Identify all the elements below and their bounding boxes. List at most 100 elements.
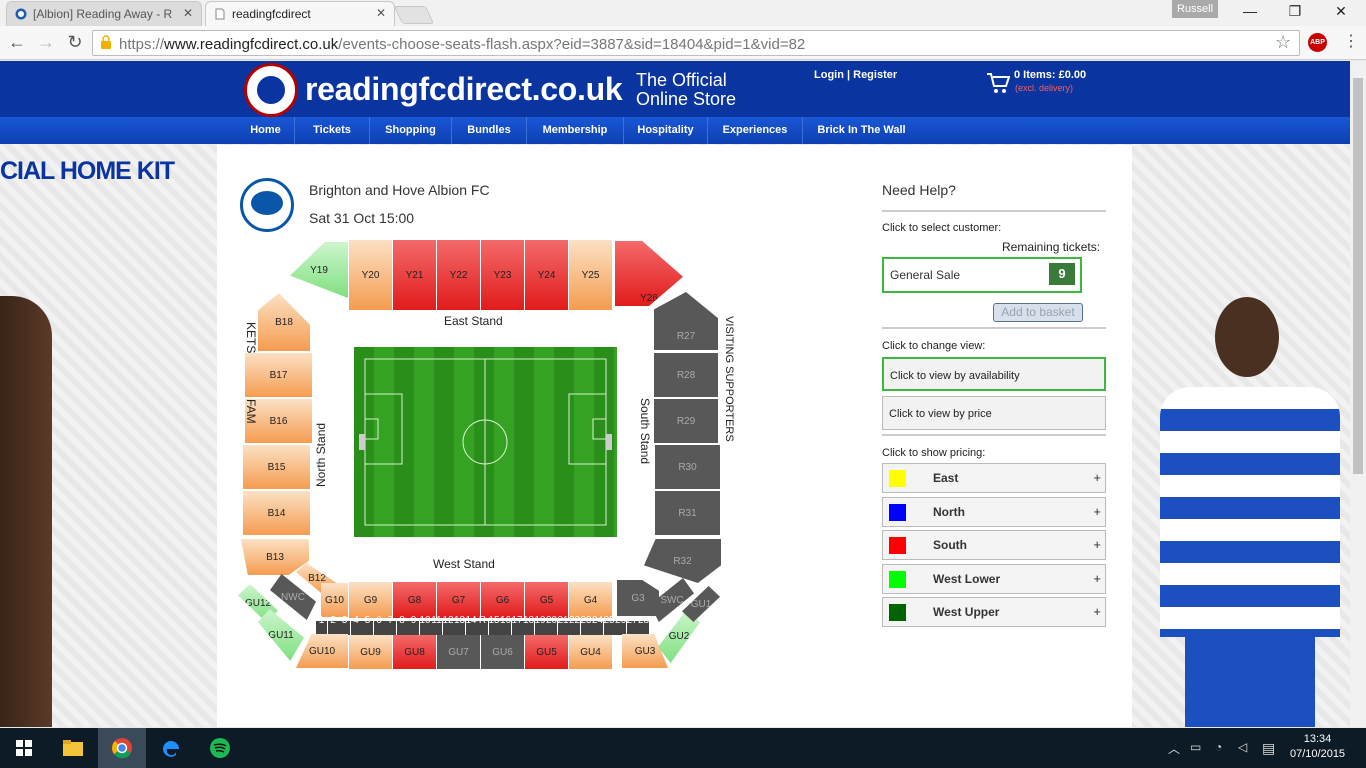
edge-icon[interactable] <box>147 728 195 768</box>
block-y21[interactable]: Y21 <box>393 240 436 310</box>
cart-summary[interactable]: 0 Items: £0.00 <box>1014 69 1086 81</box>
block-r30[interactable]: R30 <box>655 445 720 489</box>
shopping-cart-icon[interactable] <box>986 72 1010 94</box>
row-number[interactable]: 14 <box>465 616 477 635</box>
back-arrow-icon[interactable]: ← <box>5 31 29 55</box>
row-number[interactable]: 15 <box>488 616 500 635</box>
nav-hospitality[interactable]: Hospitality <box>624 117 708 144</box>
nav-brick-in-the-wall[interactable]: Brick In The Wall <box>803 117 920 144</box>
pricing-north[interactable]: North + <box>882 497 1106 527</box>
address-bar[interactable]: https://www.readingfcdirect.co.uk/events… <box>92 30 1300 56</box>
wifi-icon[interactable]: ◔ <box>1215 740 1222 754</box>
block-gu5[interactable]: GU5 <box>525 635 568 669</box>
block-g7[interactable]: G7 <box>437 582 480 618</box>
block-gu7[interactable]: GU7 <box>437 635 480 669</box>
row-number[interactable]: 5 <box>362 616 373 635</box>
forward-arrow-icon[interactable]: → <box>34 31 58 55</box>
nav-tickets[interactable]: Tickets <box>295 117 370 144</box>
expand-plus-icon[interactable]: + <box>1093 504 1101 519</box>
block-g4[interactable]: G4 <box>569 582 612 618</box>
close-icon[interactable]: ✕ <box>183 6 193 20</box>
expand-plus-icon[interactable]: + <box>1093 470 1101 485</box>
close-icon[interactable]: ✕ <box>376 6 386 20</box>
view-by-price-button[interactable]: Click to view by price <box>882 396 1106 430</box>
block-gu6[interactable]: GU6 <box>481 635 524 669</box>
row-number[interactable]: 23 <box>580 616 592 635</box>
block-g5[interactable]: G5 <box>525 582 568 618</box>
block-g9[interactable]: G9 <box>349 582 392 618</box>
row-number[interactable]: 7 <box>385 616 396 635</box>
block-y24[interactable]: Y24 <box>525 240 568 310</box>
block-y22[interactable]: Y22 <box>437 240 480 310</box>
row-number[interactable]: 20 <box>546 616 557 635</box>
nav-experiences[interactable]: Experiences <box>708 117 803 144</box>
menu-icon[interactable]: ⋮ <box>1343 31 1359 51</box>
block-g6[interactable]: G6 <box>481 582 524 618</box>
row-number[interactable]: 24 <box>592 616 603 635</box>
row-number[interactable]: 8 <box>396 616 408 635</box>
chrome-icon[interactable] <box>98 728 146 768</box>
reading-fc-crest[interactable] <box>244 63 298 117</box>
row-number[interactable]: 19 <box>534 616 546 635</box>
pricing-west-lower[interactable]: West Lower + <box>882 564 1106 594</box>
row-number[interactable]: R <box>477 616 488 635</box>
minimize-icon[interactable]: — <box>1240 3 1260 23</box>
row-number[interactable]: 28 <box>638 616 649 635</box>
row-number[interactable]: 26 <box>615 616 626 635</box>
file-explorer-icon[interactable] <box>49 728 97 768</box>
row-number[interactable]: 10 <box>419 616 431 635</box>
tab-albion[interactable]: [Albion] Reading Away - R ✕ <box>6 1 202 26</box>
row-number[interactable]: 16 <box>500 616 511 635</box>
block-y25[interactable]: Y25 <box>569 240 612 310</box>
home-kit-banner[interactable]: CIAL HOME KIT <box>0 157 175 186</box>
pricing-west-upper[interactable]: West Upper + <box>882 597 1106 627</box>
battery-icon[interactable]: ▭ <box>1190 740 1201 754</box>
row-number[interactable]: 6 <box>373 616 385 635</box>
expand-plus-icon[interactable]: + <box>1093 604 1101 619</box>
row-number[interactable]: 13 <box>454 616 465 635</box>
close-window-icon[interactable]: ✕ <box>1331 3 1351 23</box>
profile-button[interactable]: Russell <box>1172 0 1218 18</box>
row-number[interactable]: 17 <box>511 616 523 635</box>
block-gu8[interactable]: GU8 <box>393 635 436 669</box>
row-number[interactable]: 4 <box>350 616 362 635</box>
start-windows-icon[interactable] <box>0 728 48 768</box>
block-g8[interactable]: G8 <box>393 582 436 618</box>
nav-bundles[interactable]: Bundles <box>452 117 527 144</box>
login-register-link[interactable]: Login | Register <box>814 69 897 81</box>
expand-plus-icon[interactable]: + <box>1093 537 1101 552</box>
reload-icon[interactable]: ↻ <box>63 31 87 55</box>
expand-plus-icon[interactable]: + <box>1093 571 1101 586</box>
pricing-south[interactable]: South + <box>882 530 1106 560</box>
block-gu4[interactable]: GU4 <box>569 635 612 669</box>
chevron-up-icon[interactable]: ︿ <box>1168 740 1180 757</box>
block-b17[interactable]: B17 <box>245 353 312 397</box>
row-number[interactable]: 11 <box>431 616 442 635</box>
volume-icon[interactable]: ◁ <box>1238 740 1247 754</box>
bookmark-star-icon[interactable]: ☆ <box>1275 32 1291 53</box>
system-clock[interactable]: 13:34 07/10/2015 <box>1290 732 1345 762</box>
row-number[interactable]: 2 <box>327 616 339 635</box>
row-number[interactable]: 21 <box>557 616 569 635</box>
block-b14[interactable]: B14 <box>243 491 310 535</box>
row-number[interactable]: 18 <box>523 616 534 635</box>
block-y23[interactable]: Y23 <box>481 240 524 310</box>
nav-membership[interactable]: Membership <box>527 117 624 144</box>
view-by-availability-button[interactable]: Click to view by availability <box>882 357 1106 391</box>
block-g10[interactable]: G10 <box>321 583 348 617</box>
nav-shopping[interactable]: Shopping <box>370 117 452 144</box>
lock-warning-icon[interactable] <box>100 35 112 49</box>
row-number[interactable]: 1 <box>316 616 327 635</box>
restore-icon[interactable]: ❐ <box>1285 3 1305 23</box>
pricing-east[interactable]: East + <box>882 463 1106 493</box>
block-y20[interactable]: Y20 <box>349 240 392 310</box>
add-to-basket-button[interactable]: Add to basket <box>993 303 1083 322</box>
row-number[interactable]: 12 <box>442 616 454 635</box>
notifications-icon[interactable]: ▤ <box>1262 740 1275 757</box>
block-r28[interactable]: R28 <box>654 353 718 397</box>
tab-readingfcdirect[interactable]: readingfcdirect ✕ <box>205 1 395 26</box>
nav-home[interactable]: Home <box>237 117 295 144</box>
row-number[interactable]: 27 <box>626 616 638 635</box>
spotify-icon[interactable] <box>196 728 244 768</box>
block-r31[interactable]: R31 <box>655 491 720 535</box>
